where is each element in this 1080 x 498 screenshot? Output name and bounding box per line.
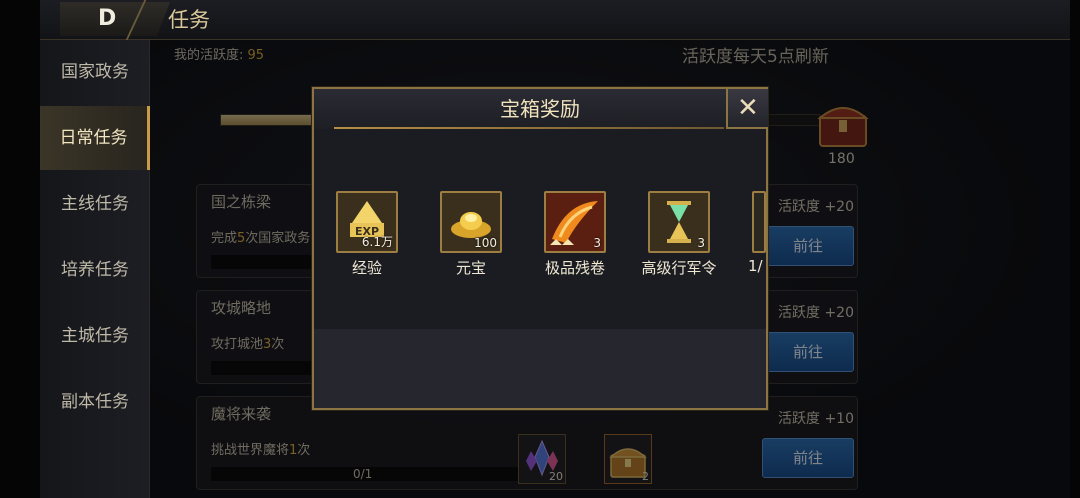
reward-item-march-order[interactable]: 3 — [648, 191, 710, 253]
sidebar-item-training-tasks[interactable]: 培养任务 — [40, 238, 150, 302]
reward-amount: 3 — [697, 236, 705, 250]
sidebar-item-main-quests[interactable]: 主线任务 — [40, 172, 150, 236]
left-letterbox — [0, 0, 40, 498]
reward-label: 高级行军令 — [641, 259, 717, 277]
close-icon: ✕ — [737, 93, 759, 123]
game-screen: D 任务 国家政务 日常任务 主线任务 培养任务 主城任务 副本任务 我的活跃度… — [0, 0, 1080, 498]
dialog-header: 宝箱奖励 — [314, 89, 766, 129]
sidebar: 国家政务 日常任务 主线任务 培养任务 主城任务 副本任务 — [40, 40, 150, 498]
reward-item-gold[interactable]: 100 — [440, 191, 502, 253]
reward-item-partial[interactable] — [752, 191, 766, 253]
sidebar-item-daily-tasks[interactable]: 日常任务 — [40, 106, 150, 170]
sidebar-item-city-tasks[interactable]: 主城任务 — [40, 304, 150, 368]
header-bar: D 任务 — [40, 0, 1070, 40]
reward-item-scroll[interactable]: 3 — [544, 191, 606, 253]
reward-label: 极品残卷 — [544, 259, 605, 277]
reward-label: 经验 — [351, 259, 382, 277]
reward-amount: 3 — [593, 236, 601, 250]
close-button[interactable]: ✕ — [726, 89, 768, 129]
sidebar-item-dungeon-tasks[interactable]: 副本任务 — [40, 370, 150, 434]
reward-amount: 100 — [474, 236, 497, 250]
reward-label: 1/ — [748, 257, 763, 275]
page-title: 任务 — [168, 8, 210, 32]
reward-amount: 6.1万 — [361, 235, 393, 249]
dialog-title-underline — [334, 127, 724, 129]
chest-reward-dialog: 宝箱奖励 ✕ EXP 6.1万 经验 100 元宝 3 极品残卷 3 高级行军令… — [312, 87, 768, 410]
right-letterbox — [1070, 0, 1080, 498]
back-logo-icon: D — [98, 6, 117, 31]
reward-item-exp[interactable]: EXP 6.1万 — [336, 191, 398, 253]
reward-label: 元宝 — [455, 259, 486, 277]
sidebar-item-national-affairs[interactable]: 国家政务 — [40, 40, 150, 104]
dialog-title: 宝箱奖励 — [500, 97, 580, 121]
dialog-footer — [314, 329, 766, 408]
